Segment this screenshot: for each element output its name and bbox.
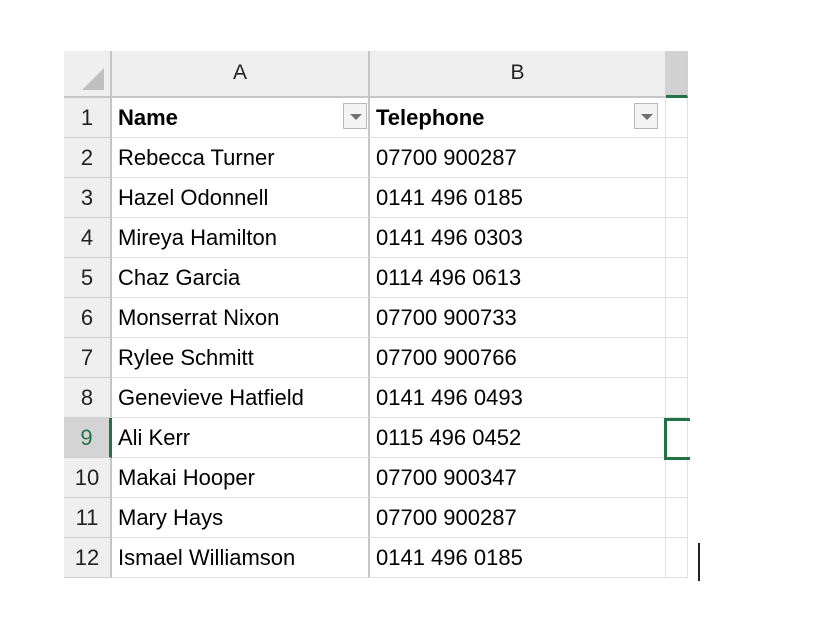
filter-button-telephone[interactable] [634,103,658,129]
text-cursor [698,543,700,581]
name-cell[interactable]: Makai Hooper [112,458,370,498]
header-telephone-label: Telephone [376,105,485,130]
row-header[interactable]: 9 [64,418,112,458]
name-cell[interactable]: Mary Hays [112,498,370,538]
table-row: 7 Rylee Schmitt 07700 900766 [64,338,688,378]
table-row: 3 Hazel Odonnell 0141 496 0185 [64,178,688,218]
row-header[interactable]: 12 [64,538,112,578]
table-row: 2 Rebecca Turner 07700 900287 [64,138,688,178]
telephone-cell[interactable]: 0141 496 0185 [370,538,666,578]
column-header-b[interactable]: B [370,51,666,98]
table-row: 6 Monserrat Nixon 07700 900733 [64,298,688,338]
table-row: 8 Genevieve Hatfield 0141 496 0493 [64,378,688,418]
table-row: 10 Makai Hooper 07700 900347 [64,458,688,498]
cell[interactable] [666,138,688,178]
cell[interactable] [666,258,688,298]
name-cell[interactable]: Rylee Schmitt [112,338,370,378]
header-cell-name[interactable]: Name [112,98,370,138]
telephone-cell[interactable]: 0141 496 0493 [370,378,666,418]
column-header-c[interactable] [666,51,688,98]
cell[interactable] [666,298,688,338]
table-row: 5 Chaz Garcia 0114 496 0613 [64,258,688,298]
header-cell-telephone[interactable]: Telephone [370,98,666,138]
name-cell[interactable]: Rebecca Turner [112,138,370,178]
cell[interactable] [666,338,688,378]
filter-button-name[interactable] [343,103,367,129]
row-header[interactable]: 1 [64,98,112,138]
row-header[interactable]: 4 [64,218,112,258]
telephone-cell[interactable]: 07700 900733 [370,298,666,338]
row-header[interactable]: 3 [64,178,112,218]
telephone-cell[interactable]: 07700 900766 [370,338,666,378]
cell[interactable] [666,378,688,418]
telephone-cell[interactable]: 0141 496 0185 [370,178,666,218]
name-cell[interactable]: Ali Kerr [112,418,370,458]
row-header[interactable]: 7 [64,338,112,378]
row-header[interactable]: 10 [64,458,112,498]
filter-dropdown-icon [350,114,362,120]
cell[interactable] [666,178,688,218]
active-cell-selection[interactable] [664,418,690,460]
filter-dropdown-icon [641,114,653,120]
cell[interactable] [666,218,688,258]
row-header[interactable]: 6 [64,298,112,338]
row-header[interactable]: 11 [64,498,112,538]
telephone-cell[interactable]: 07700 900347 [370,458,666,498]
table-row: 12 Ismael Williamson 0141 496 0185 [64,538,688,578]
name-cell[interactable]: Hazel Odonnell [112,178,370,218]
name-cell[interactable]: Chaz Garcia [112,258,370,298]
cell[interactable] [666,538,688,578]
name-cell[interactable]: Monserrat Nixon [112,298,370,338]
telephone-cell[interactable]: 07700 900287 [370,498,666,538]
telephone-cell[interactable]: 0114 496 0613 [370,258,666,298]
name-cell[interactable]: Ismael Williamson [112,538,370,578]
table-row: 9 Ali Kerr 0115 496 0452 [64,418,688,458]
table-row: 4 Mireya Hamilton 0141 496 0303 [64,218,688,258]
telephone-cell[interactable]: 0141 496 0303 [370,218,666,258]
header-name-label: Name [118,105,178,130]
name-cell[interactable]: Genevieve Hatfield [112,378,370,418]
select-all-button[interactable] [64,51,112,98]
row-header[interactable]: 8 [64,378,112,418]
column-header-row: A B [64,51,688,98]
name-cell[interactable]: Mireya Hamilton [112,218,370,258]
table-header-row: 1 Name Telephone [64,98,688,138]
cell[interactable] [666,98,688,138]
telephone-cell[interactable]: 07700 900287 [370,138,666,178]
table-row: 11 Mary Hays 07700 900287 [64,498,688,538]
row-header[interactable]: 2 [64,138,112,178]
cell[interactable] [666,498,688,538]
select-all-triangle-icon [82,68,104,90]
row-header[interactable]: 5 [64,258,112,298]
telephone-cell[interactable]: 0115 496 0452 [370,418,666,458]
column-header-a[interactable]: A [112,51,370,98]
cell[interactable] [666,458,688,498]
